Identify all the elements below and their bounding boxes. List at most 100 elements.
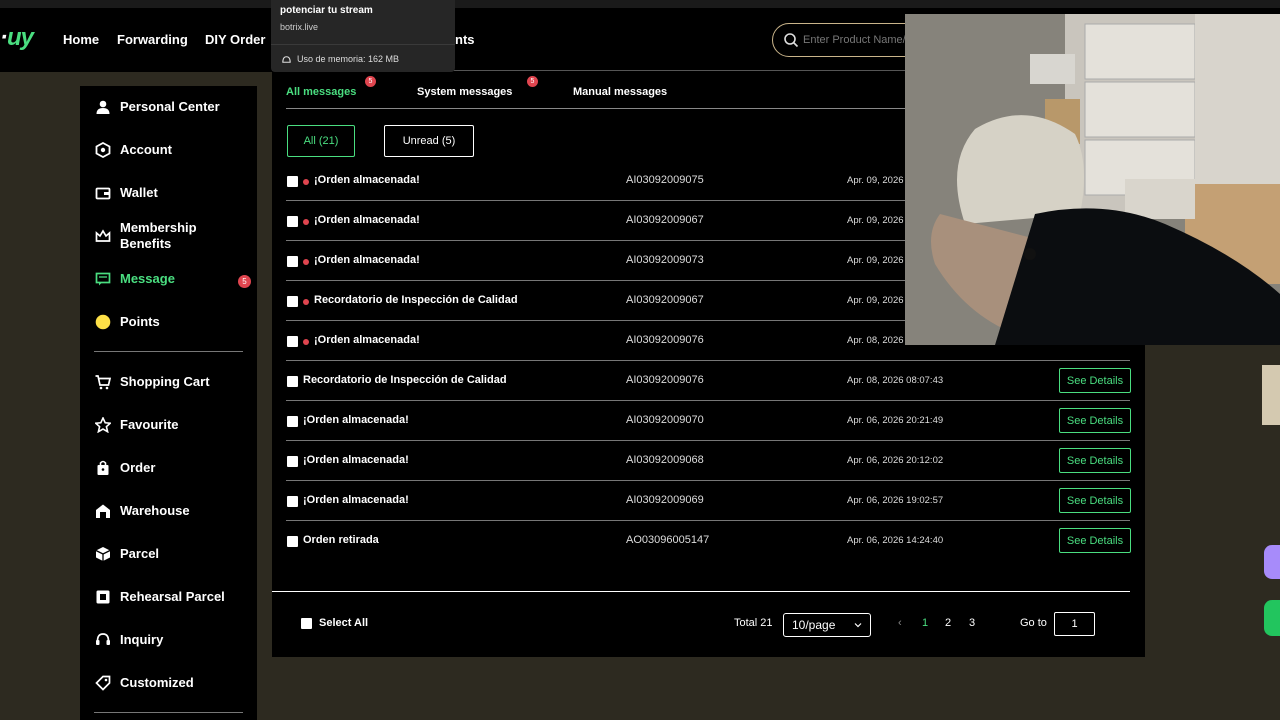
table-row[interactable]: ¡Orden almacenada! AI03092009069 Apr. 06… [286, 481, 1131, 521]
table-row[interactable]: ¡Orden almacenada! AI03092009068 Apr. 06… [286, 441, 1131, 481]
tab-manual-messages[interactable]: Manual messages [573, 86, 667, 98]
row-checkbox[interactable] [287, 376, 298, 387]
nav-diy-order[interactable]: DIY Order [205, 32, 265, 47]
sidebar-item-account[interactable]: Account [94, 141, 172, 158]
message-title[interactable]: ¡Orden almacenada! [314, 254, 420, 266]
browser-tab-tooltip: potenciar tu stream botrix.live Uso de m… [271, 0, 455, 72]
message-title[interactable]: ¡Orden almacenada! [303, 414, 409, 426]
box-icon [94, 545, 111, 562]
sidebar-item-label: Points [120, 314, 160, 329]
sidebar-item-label: Account [120, 142, 172, 157]
account-icon [94, 141, 111, 158]
table-row[interactable]: ¡Orden almacenada! AI03092009070 Apr. 06… [286, 401, 1131, 441]
message-title[interactable]: ¡Orden almacenada! [314, 334, 420, 346]
chevron-down-icon [854, 623, 862, 628]
unread-dot [303, 219, 309, 225]
floating-chat-button[interactable] [1264, 545, 1280, 579]
message-date: Apr. 06, 2026 20:21:49 [847, 415, 944, 426]
message-title[interactable]: Recordatorio de Inspección de Calidad [314, 294, 518, 306]
see-details-button[interactable]: See Details [1059, 368, 1131, 393]
see-details-button[interactable]: See Details [1059, 408, 1131, 433]
row-checkbox[interactable] [287, 296, 298, 307]
see-details-button[interactable]: See Details [1059, 448, 1131, 473]
row-checkbox[interactable] [287, 336, 298, 347]
tab-all-messages[interactable]: All messages [286, 86, 356, 98]
row-checkbox[interactable] [287, 216, 298, 227]
sidebar-item-wallet[interactable]: Wallet [94, 184, 158, 201]
sidebar-item-order[interactable]: Order [94, 459, 155, 476]
sidebar-item-personal-center[interactable]: Personal Center [94, 98, 220, 115]
message-date: Apr. 09, 2026 [847, 255, 904, 266]
sidebar-item-points[interactable]: Points [94, 313, 160, 330]
star-icon [94, 416, 111, 433]
page-button-1[interactable]: 1 [922, 617, 928, 629]
sidebar-item-label: Membership Benefits [120, 220, 197, 251]
message-code: AI03092009068 [626, 454, 704, 466]
message-code: AI03092009067 [626, 214, 704, 226]
nav-home[interactable]: Home [63, 32, 99, 47]
message-code: AI03092009070 [626, 414, 704, 426]
message-code: AI03092009076 [626, 334, 704, 346]
message-date: Apr. 06, 2026 14:24:40 [847, 535, 944, 546]
unread-dot [303, 259, 309, 265]
sidebar-item-membership[interactable]: Membership Benefits [94, 220, 220, 252]
message-title[interactable]: ¡Orden almacenada! [314, 214, 420, 226]
footer-divider [272, 591, 1130, 592]
row-checkbox[interactable] [287, 416, 298, 427]
floating-support-button[interactable] [1264, 600, 1280, 636]
message-code: AI03092009067 [626, 294, 704, 306]
bag-icon [94, 459, 111, 476]
message-title[interactable]: ¡Orden almacenada! [303, 494, 409, 506]
page-button-3[interactable]: 3 [969, 617, 975, 629]
sidebar-item-label: Favourite [120, 417, 179, 432]
goto-page-input[interactable]: 1 [1054, 612, 1095, 636]
user-icon [94, 98, 111, 115]
sidebar-item-message[interactable]: Message [94, 270, 175, 287]
tooltip-url: botrix.live [280, 22, 319, 32]
cart-icon [94, 373, 111, 390]
row-checkbox[interactable] [287, 536, 298, 547]
sidebar-item-shopping-cart[interactable]: Shopping Cart [94, 373, 210, 390]
message-title[interactable]: Orden retirada [303, 534, 379, 546]
wallet-icon [94, 184, 111, 201]
site-logo[interactable]: ·uy [0, 24, 34, 52]
sidebar-item-inquiry[interactable]: Inquiry [94, 631, 163, 648]
sidebar-item-label: Customized [120, 675, 194, 690]
sidebar-item-rehearsal-parcel[interactable]: Rehearsal Parcel [94, 588, 225, 605]
memory-icon [282, 56, 291, 63]
page-size-select[interactable]: 10/page [783, 613, 871, 637]
sidebar-item-label: Wallet [120, 185, 158, 200]
sidebar-item-label: Parcel [120, 546, 160, 561]
table-row[interactable]: Recordatorio de Inspección de Calidad AI… [286, 361, 1131, 401]
sidebar-item-customized[interactable]: Customized [94, 674, 194, 691]
message-title[interactable]: Recordatorio de Inspección de Calidad [303, 374, 507, 386]
search-icon [784, 33, 799, 48]
sidebar-item-label: Warehouse [120, 503, 190, 518]
rehearsal-icon [94, 588, 111, 605]
page-button-2[interactable]: 2 [945, 617, 951, 629]
tag-icon [94, 674, 111, 691]
row-checkbox[interactable] [287, 456, 298, 467]
table-row[interactable]: Orden retirada AO03096005147 Apr. 06, 20… [286, 521, 1131, 561]
nav-forwarding[interactable]: Forwarding [117, 32, 188, 47]
checkbox-box[interactable] [301, 617, 312, 629]
row-checkbox[interactable] [287, 176, 298, 187]
see-details-button[interactable]: See Details [1059, 528, 1131, 553]
nav-partial-item[interactable]: nts [455, 32, 475, 47]
message-title[interactable]: ¡Orden almacenada! [314, 174, 420, 186]
sidebar-item-favourite[interactable]: Favourite [94, 416, 179, 433]
row-checkbox[interactable] [287, 496, 298, 507]
filter-unread-button[interactable]: Unread (5) [384, 125, 474, 157]
see-details-button[interactable]: See Details [1059, 488, 1131, 513]
unread-dot [303, 339, 309, 345]
prev-page-button[interactable]: ‹ [898, 617, 902, 629]
message-title[interactable]: ¡Orden almacenada! [303, 454, 409, 466]
select-all-checkbox[interactable]: Select All [301, 617, 368, 629]
search-input[interactable]: Enter Product Name/ [803, 34, 906, 46]
message-code: AO03096005147 [626, 534, 710, 546]
tab-system-messages[interactable]: System messages [417, 86, 512, 98]
filter-all-button[interactable]: All (21) [287, 125, 355, 157]
sidebar-item-warehouse[interactable]: Warehouse [94, 502, 190, 519]
sidebar-item-parcel[interactable]: Parcel [94, 545, 159, 562]
row-checkbox[interactable] [287, 256, 298, 267]
